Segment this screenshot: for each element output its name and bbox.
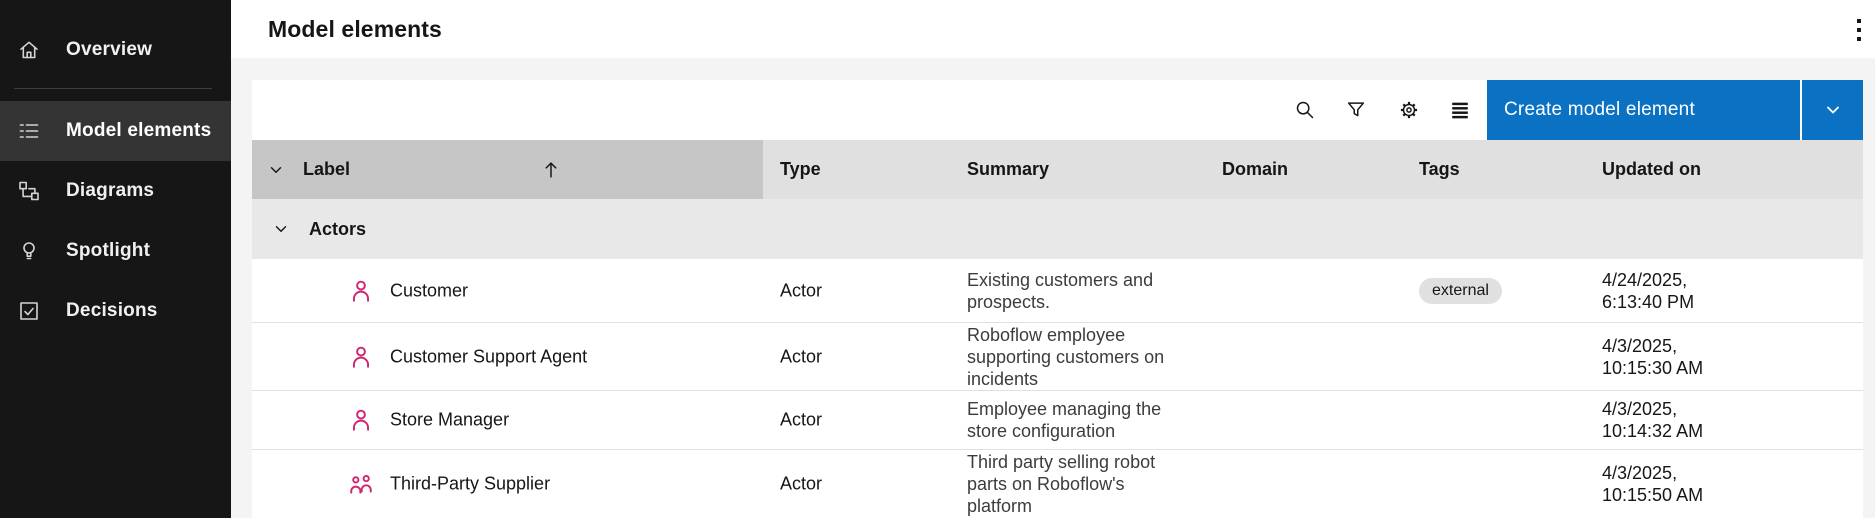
collapse-all-chevron-icon[interactable] bbox=[267, 140, 285, 199]
person-icon bbox=[348, 344, 374, 370]
sort-ascending-icon[interactable] bbox=[540, 140, 562, 199]
create-model-element-button[interactable]: Create model element bbox=[1487, 80, 1800, 140]
sidebar-item-overview[interactable]: Overview bbox=[0, 26, 231, 74]
sidebar-item-label: Decisions bbox=[66, 300, 158, 321]
row-label[interactable]: Third-Party Supplier bbox=[390, 474, 550, 495]
search-icon bbox=[1296, 101, 1314, 119]
people-icon bbox=[348, 471, 374, 497]
person-icon bbox=[348, 407, 374, 433]
list-icon bbox=[19, 124, 39, 138]
row-label[interactable]: Customer Support Agent bbox=[390, 346, 587, 367]
row-updated: 4/3/2025, 10:15:50 AM bbox=[1602, 463, 1704, 505]
sidebar-item-spotlight[interactable]: Spotlight bbox=[0, 227, 231, 275]
row-summary: Third party selling robot parts on Robof… bbox=[967, 452, 1156, 516]
table-row[interactable]: Third-Party Supplier Actor Third party s… bbox=[252, 449, 1863, 518]
header-updated[interactable]: Updated on bbox=[1602, 140, 1701, 199]
sidebar-item-label: Overview bbox=[66, 39, 153, 60]
sidebar-divider bbox=[14, 88, 212, 89]
header-type[interactable]: Type bbox=[780, 140, 821, 199]
create-options-caret-button[interactable] bbox=[1800, 80, 1863, 140]
tag-badge[interactable]: external bbox=[1419, 277, 1502, 304]
lightbulb-icon bbox=[23, 242, 35, 260]
table-header: Label Type Summary Domain Tags Updated o… bbox=[252, 140, 1863, 199]
sidebar-item-decisions[interactable]: Decisions bbox=[0, 287, 231, 335]
row-type: Actor bbox=[780, 409, 823, 430]
title-bar: Model elements bbox=[231, 0, 1875, 58]
row-label[interactable]: Customer bbox=[390, 280, 468, 301]
create-split-button: Create model element bbox=[1487, 80, 1863, 140]
group-collapse-chevron-icon[interactable] bbox=[272, 199, 290, 259]
table-row[interactable]: Store Manager Actor Employee managing th… bbox=[252, 390, 1863, 449]
chevron-down-icon bbox=[1826, 106, 1839, 114]
page-title: Model elements bbox=[268, 15, 442, 42]
sidebar-item-label: Model elements bbox=[66, 120, 212, 141]
diagram-icon bbox=[19, 181, 39, 201]
sidebar-item-model-elements[interactable]: Model elements bbox=[0, 101, 231, 161]
table-row[interactable]: Customer Actor Existing customers and pr… bbox=[252, 259, 1863, 322]
table-toolbar: Create model element bbox=[252, 80, 1863, 140]
home-icon bbox=[20, 41, 38, 59]
sidebar-item-label: Diagrams bbox=[66, 180, 155, 201]
table-row[interactable]: Customer Support Agent Actor Roboflow em… bbox=[252, 322, 1863, 390]
row-updated: 4/3/2025, 10:14:32 AM bbox=[1602, 399, 1704, 441]
sidebar: Overview Model elements Diagrams Spotlig… bbox=[0, 0, 231, 518]
sidebar-item-label: Spotlight bbox=[66, 240, 151, 261]
row-settings-button[interactable] bbox=[1436, 86, 1484, 134]
header-tags[interactable]: Tags bbox=[1419, 140, 1460, 199]
row-type: Actor bbox=[780, 280, 823, 300]
sidebar-item-diagrams[interactable]: Diagrams bbox=[0, 167, 231, 215]
row-type: Actor bbox=[780, 473, 823, 494]
overflow-menu-vertical-icon[interactable] bbox=[1844, 11, 1874, 49]
row-summary: Existing customers and prospects. bbox=[967, 269, 1154, 312]
row-summary: Roboflow employee supporting customers o… bbox=[967, 324, 1165, 389]
header-label[interactable]: Label bbox=[303, 140, 350, 199]
filter-button[interactable] bbox=[1332, 86, 1380, 134]
row-type: Actor bbox=[780, 346, 823, 366]
row-updated: 4/24/2025, 6:13:40 PM bbox=[1602, 269, 1695, 312]
header-summary[interactable]: Summary bbox=[967, 140, 1049, 199]
search-button[interactable] bbox=[1281, 86, 1329, 134]
person-icon bbox=[348, 278, 374, 304]
settings-gear-icon bbox=[1400, 101, 1418, 119]
row-updated: 4/3/2025, 10:15:30 AM bbox=[1602, 335, 1704, 378]
filter-icon bbox=[1347, 102, 1365, 117]
row-label[interactable]: Store Manager bbox=[390, 410, 509, 431]
group-name: Actors bbox=[309, 218, 367, 239]
group-row-actors[interactable]: Actors bbox=[252, 199, 1863, 259]
settings-button[interactable] bbox=[1385, 86, 1433, 134]
rows-icon bbox=[1452, 102, 1468, 119]
checkbox-icon bbox=[20, 302, 38, 320]
header-domain[interactable]: Domain bbox=[1222, 140, 1288, 199]
row-summary: Employee managing the store configuratio… bbox=[967, 399, 1162, 441]
